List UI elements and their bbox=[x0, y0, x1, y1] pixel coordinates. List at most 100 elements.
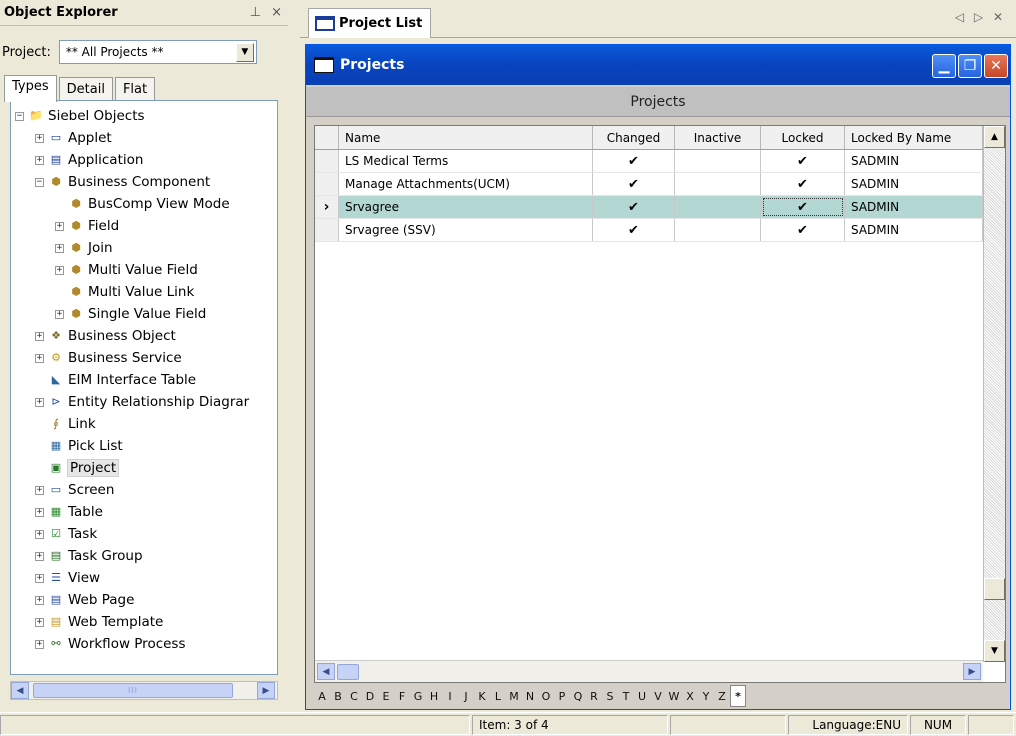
column-header-locked-by-name[interactable]: Locked By Name bbox=[845, 126, 983, 149]
cell-inactive[interactable] bbox=[675, 219, 761, 241]
selector-header[interactable] bbox=[315, 126, 339, 149]
cell-inactive[interactable] bbox=[675, 150, 761, 172]
cell-changed[interactable]: ✔ bbox=[593, 219, 675, 241]
tree-item-application[interactable]: + ▤ Application bbox=[35, 149, 143, 171]
alpha-filter-x[interactable]: X bbox=[682, 685, 698, 707]
row-selector[interactable]: › bbox=[315, 196, 339, 218]
alpha-filter-q[interactable]: Q bbox=[570, 685, 586, 707]
expand-icon[interactable]: + bbox=[35, 639, 44, 649]
tree-item-single-value-field[interactable]: + ⬢ Single Value Field bbox=[55, 303, 206, 325]
cell-changed[interactable]: ✔ bbox=[593, 173, 675, 195]
pin-icon[interactable]: ⊥ bbox=[250, 5, 261, 20]
grid-horizontal-scrollbar[interactable]: ◀ ▶ bbox=[315, 660, 983, 682]
grid-vertical-scrollbar[interactable]: ▲ ▼ bbox=[983, 126, 1005, 662]
row-selector[interactable] bbox=[315, 173, 339, 195]
tree-item-siebel-objects[interactable]: − 📁 Siebel Objects bbox=[15, 105, 145, 127]
alpha-filter-d[interactable]: D bbox=[362, 685, 378, 707]
object-tree[interactable]: − 📁 Siebel Objects + ▭ Applet + ▤ Application − ⬢ B… bbox=[10, 100, 278, 675]
tree-item-web-page[interactable]: + ▤ Web Page bbox=[35, 589, 134, 611]
alpha-filter-w[interactable]: W bbox=[666, 685, 682, 707]
expand-icon[interactable]: + bbox=[35, 353, 44, 363]
tree-item-business-service[interactable]: + ⚙ Business Service bbox=[35, 347, 182, 369]
explorer-horizontal-scrollbar[interactable]: ◀ III ▶ bbox=[10, 681, 278, 700]
scroll-up-icon[interactable]: ▲ bbox=[984, 126, 1005, 148]
alpha-filter-y[interactable]: Y bbox=[698, 685, 714, 707]
tree-item-table[interactable]: + ▦ Table bbox=[35, 501, 103, 523]
tree-item-pick-list[interactable]: ▦ Pick List bbox=[35, 435, 123, 457]
tab-nav-controls[interactable]: ◁ ▷ ✕ bbox=[955, 10, 1006, 24]
expand-icon[interactable]: + bbox=[55, 243, 64, 253]
tree-item-link[interactable]: ∮ Link bbox=[35, 413, 96, 435]
alpha-filter-o[interactable]: O bbox=[538, 685, 554, 707]
alpha-filter-l[interactable]: L bbox=[490, 685, 506, 707]
expand-icon[interactable]: + bbox=[35, 507, 44, 517]
alpha-filter-i[interactable]: I bbox=[442, 685, 458, 707]
tree-item-business-object[interactable]: + ❖ Business Object bbox=[35, 325, 176, 347]
alpha-filter-r[interactable]: R bbox=[586, 685, 602, 707]
scroll-down-icon[interactable]: ▼ bbox=[984, 640, 1005, 662]
cell-changed[interactable]: ✔ bbox=[593, 196, 675, 218]
alpha-filter-z[interactable]: Z bbox=[714, 685, 730, 707]
alpha-filter-m[interactable]: M bbox=[506, 685, 522, 707]
cell-locked[interactable]: ✔ bbox=[761, 150, 845, 172]
scroll-right-icon[interactable]: ▶ bbox=[257, 682, 275, 699]
cell-locked-by-name[interactable]: SADMIN bbox=[845, 173, 983, 195]
restore-button[interactable]: ❐ bbox=[958, 54, 982, 78]
column-header-locked[interactable]: Locked bbox=[761, 126, 845, 149]
scroll-left-icon[interactable]: ◀ bbox=[317, 663, 335, 680]
tree-item-multi-value-link[interactable]: ⬢ Multi Value Link bbox=[55, 281, 194, 303]
tree-item-web-template[interactable]: + ▤ Web Template bbox=[35, 611, 163, 633]
column-header-changed[interactable]: Changed bbox=[593, 126, 675, 149]
tree-item-eim-interface-table[interactable]: ◣ EIM Interface Table bbox=[35, 369, 196, 391]
expand-icon[interactable]: + bbox=[35, 595, 44, 605]
table-row[interactable]: Manage Attachments(UCM) ✔ ✔ SADMIN bbox=[315, 173, 983, 196]
scroll-right-icon[interactable]: ▶ bbox=[963, 663, 981, 680]
tab-flat[interactable]: Flat bbox=[114, 77, 156, 101]
table-row[interactable]: › Srvagree ✔ ✔ SADMIN bbox=[315, 196, 983, 219]
expand-icon[interactable]: + bbox=[35, 551, 44, 561]
tree-item-screen[interactable]: + ▭ Screen bbox=[35, 479, 114, 501]
tree-item-multi-value-field[interactable]: + ⬢ Multi Value Field bbox=[55, 259, 198, 281]
expand-icon[interactable]: + bbox=[55, 221, 64, 231]
cell-changed[interactable]: ✔ bbox=[593, 150, 675, 172]
cell-locked[interactable]: ✔ bbox=[761, 173, 845, 195]
tree-item-business-component[interactable]: − ⬢ Business Component bbox=[35, 171, 210, 193]
expand-icon[interactable]: + bbox=[35, 617, 44, 627]
alpha-filter-n[interactable]: N bbox=[522, 685, 538, 707]
alpha-filter-g[interactable]: G bbox=[410, 685, 426, 707]
expand-icon[interactable]: + bbox=[35, 529, 44, 539]
tree-item-task-group[interactable]: + ▤ Task Group bbox=[35, 545, 143, 567]
cell-name[interactable]: Manage Attachments(UCM) bbox=[339, 173, 593, 195]
alpha-filter-e[interactable]: E bbox=[378, 685, 394, 707]
table-row[interactable]: Srvagree (SSV) ✔ ✔ SADMIN bbox=[315, 219, 983, 242]
tree-item-task[interactable]: + ☑ Task bbox=[35, 523, 97, 545]
alpha-filter-b[interactable]: B bbox=[330, 685, 346, 707]
cell-name[interactable]: Srvagree bbox=[339, 196, 593, 218]
alpha-filter-j[interactable]: J bbox=[458, 685, 474, 707]
table-row[interactable]: LS Medical Terms ✔ ✔ SADMIN bbox=[315, 150, 983, 173]
alpha-filter-all[interactable]: * bbox=[730, 685, 746, 707]
alpha-filter-c[interactable]: C bbox=[346, 685, 362, 707]
cell-locked-by-name[interactable]: SADMIN bbox=[845, 196, 983, 218]
row-selector[interactable] bbox=[315, 150, 339, 172]
alpha-filter-f[interactable]: F bbox=[394, 685, 410, 707]
tree-item-applet[interactable]: + ▭ Applet bbox=[35, 127, 112, 149]
expand-icon[interactable]: + bbox=[55, 265, 64, 275]
scrollbar-thumb[interactable]: III bbox=[33, 683, 233, 698]
alpha-filter-s[interactable]: S bbox=[602, 685, 618, 707]
tree-item-buscomp-view-mode[interactable]: ⬢ BusComp View Mode bbox=[55, 193, 229, 215]
alpha-filter-k[interactable]: K bbox=[474, 685, 490, 707]
cell-name[interactable]: Srvagree (SSV) bbox=[339, 219, 593, 241]
tree-item-join[interactable]: + ⬢ Join bbox=[55, 237, 113, 259]
close-button[interactable]: ✕ bbox=[984, 54, 1008, 78]
horizontal-scroll-thumb[interactable] bbox=[337, 663, 359, 680]
tree-item-view[interactable]: + ☰ View bbox=[35, 567, 100, 589]
cell-inactive[interactable] bbox=[675, 196, 761, 218]
tab-detail[interactable]: Detail bbox=[58, 77, 113, 101]
project-dropdown[interactable]: ** All Projects ** ▼ bbox=[58, 40, 257, 64]
collapse-icon[interactable]: − bbox=[35, 177, 44, 187]
expand-icon[interactable]: + bbox=[35, 133, 44, 143]
cell-locked-by-name[interactable]: SADMIN bbox=[845, 219, 983, 241]
alpha-filter-v[interactable]: V bbox=[650, 685, 666, 707]
row-selector[interactable] bbox=[315, 219, 339, 241]
